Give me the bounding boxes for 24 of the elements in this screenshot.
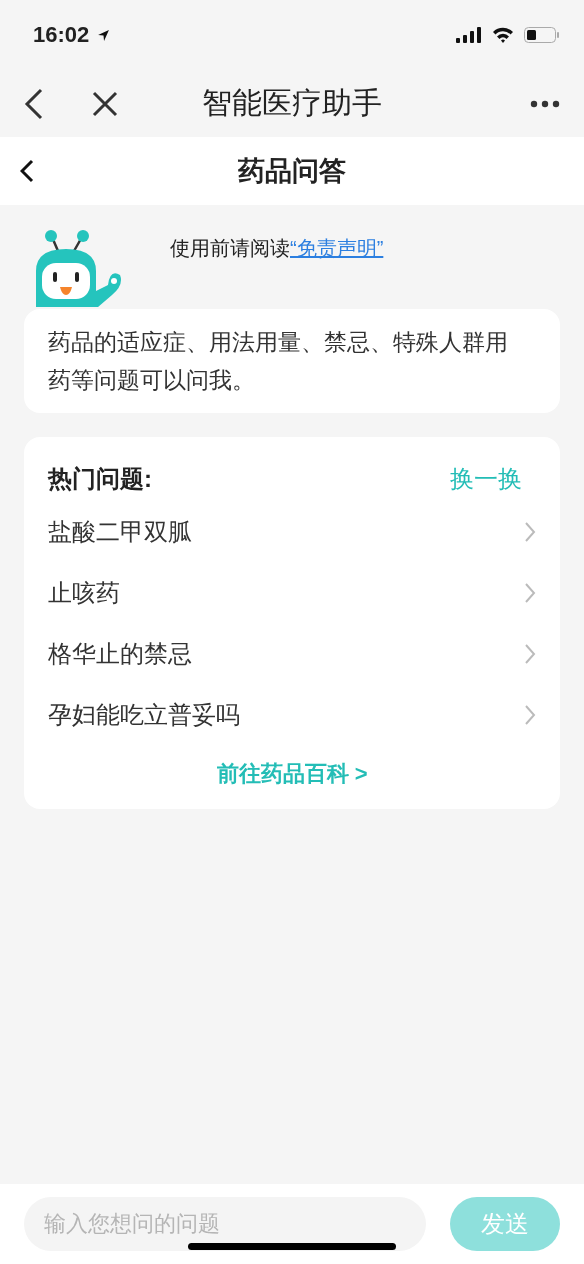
intro-text: 药品的适应症、用法用量、禁忌、特殊人群用药等问题可以问我。 [48, 328, 508, 395]
signal-icon [456, 27, 482, 43]
page-title: 药品问答 [238, 155, 346, 188]
question-item[interactable]: 格华止的禁忌 [48, 623, 536, 684]
location-arrow-icon [97, 28, 111, 42]
chevron-right-icon [524, 703, 536, 726]
more-icon[interactable] [530, 99, 560, 108]
question-item[interactable]: 盐酸二甲双胍 [48, 501, 536, 562]
question-input[interactable]: 输入您想问的问题 [24, 1197, 426, 1251]
chevron-right-icon [524, 581, 536, 604]
section-title: 热门问题: [48, 464, 152, 494]
back-icon[interactable] [20, 159, 34, 183]
chevron-right-icon [524, 520, 536, 543]
question-item[interactable]: 孕妇能吃立普妥吗 [48, 684, 536, 745]
disclaimer-link[interactable]: “免责声明” [290, 237, 384, 259]
battery-icon [524, 27, 560, 43]
status-time: 16:02 [33, 22, 90, 48]
close-icon[interactable] [92, 90, 118, 117]
wifi-icon [492, 27, 514, 43]
question-item[interactable]: 止咳药 [48, 562, 536, 623]
chevron-right-icon [524, 642, 536, 665]
window-title: 智能医疗助手 [202, 85, 382, 121]
disclaimer-text: 使用前请阅读“免责声明” [170, 236, 384, 261]
back-icon[interactable] [24, 87, 44, 120]
